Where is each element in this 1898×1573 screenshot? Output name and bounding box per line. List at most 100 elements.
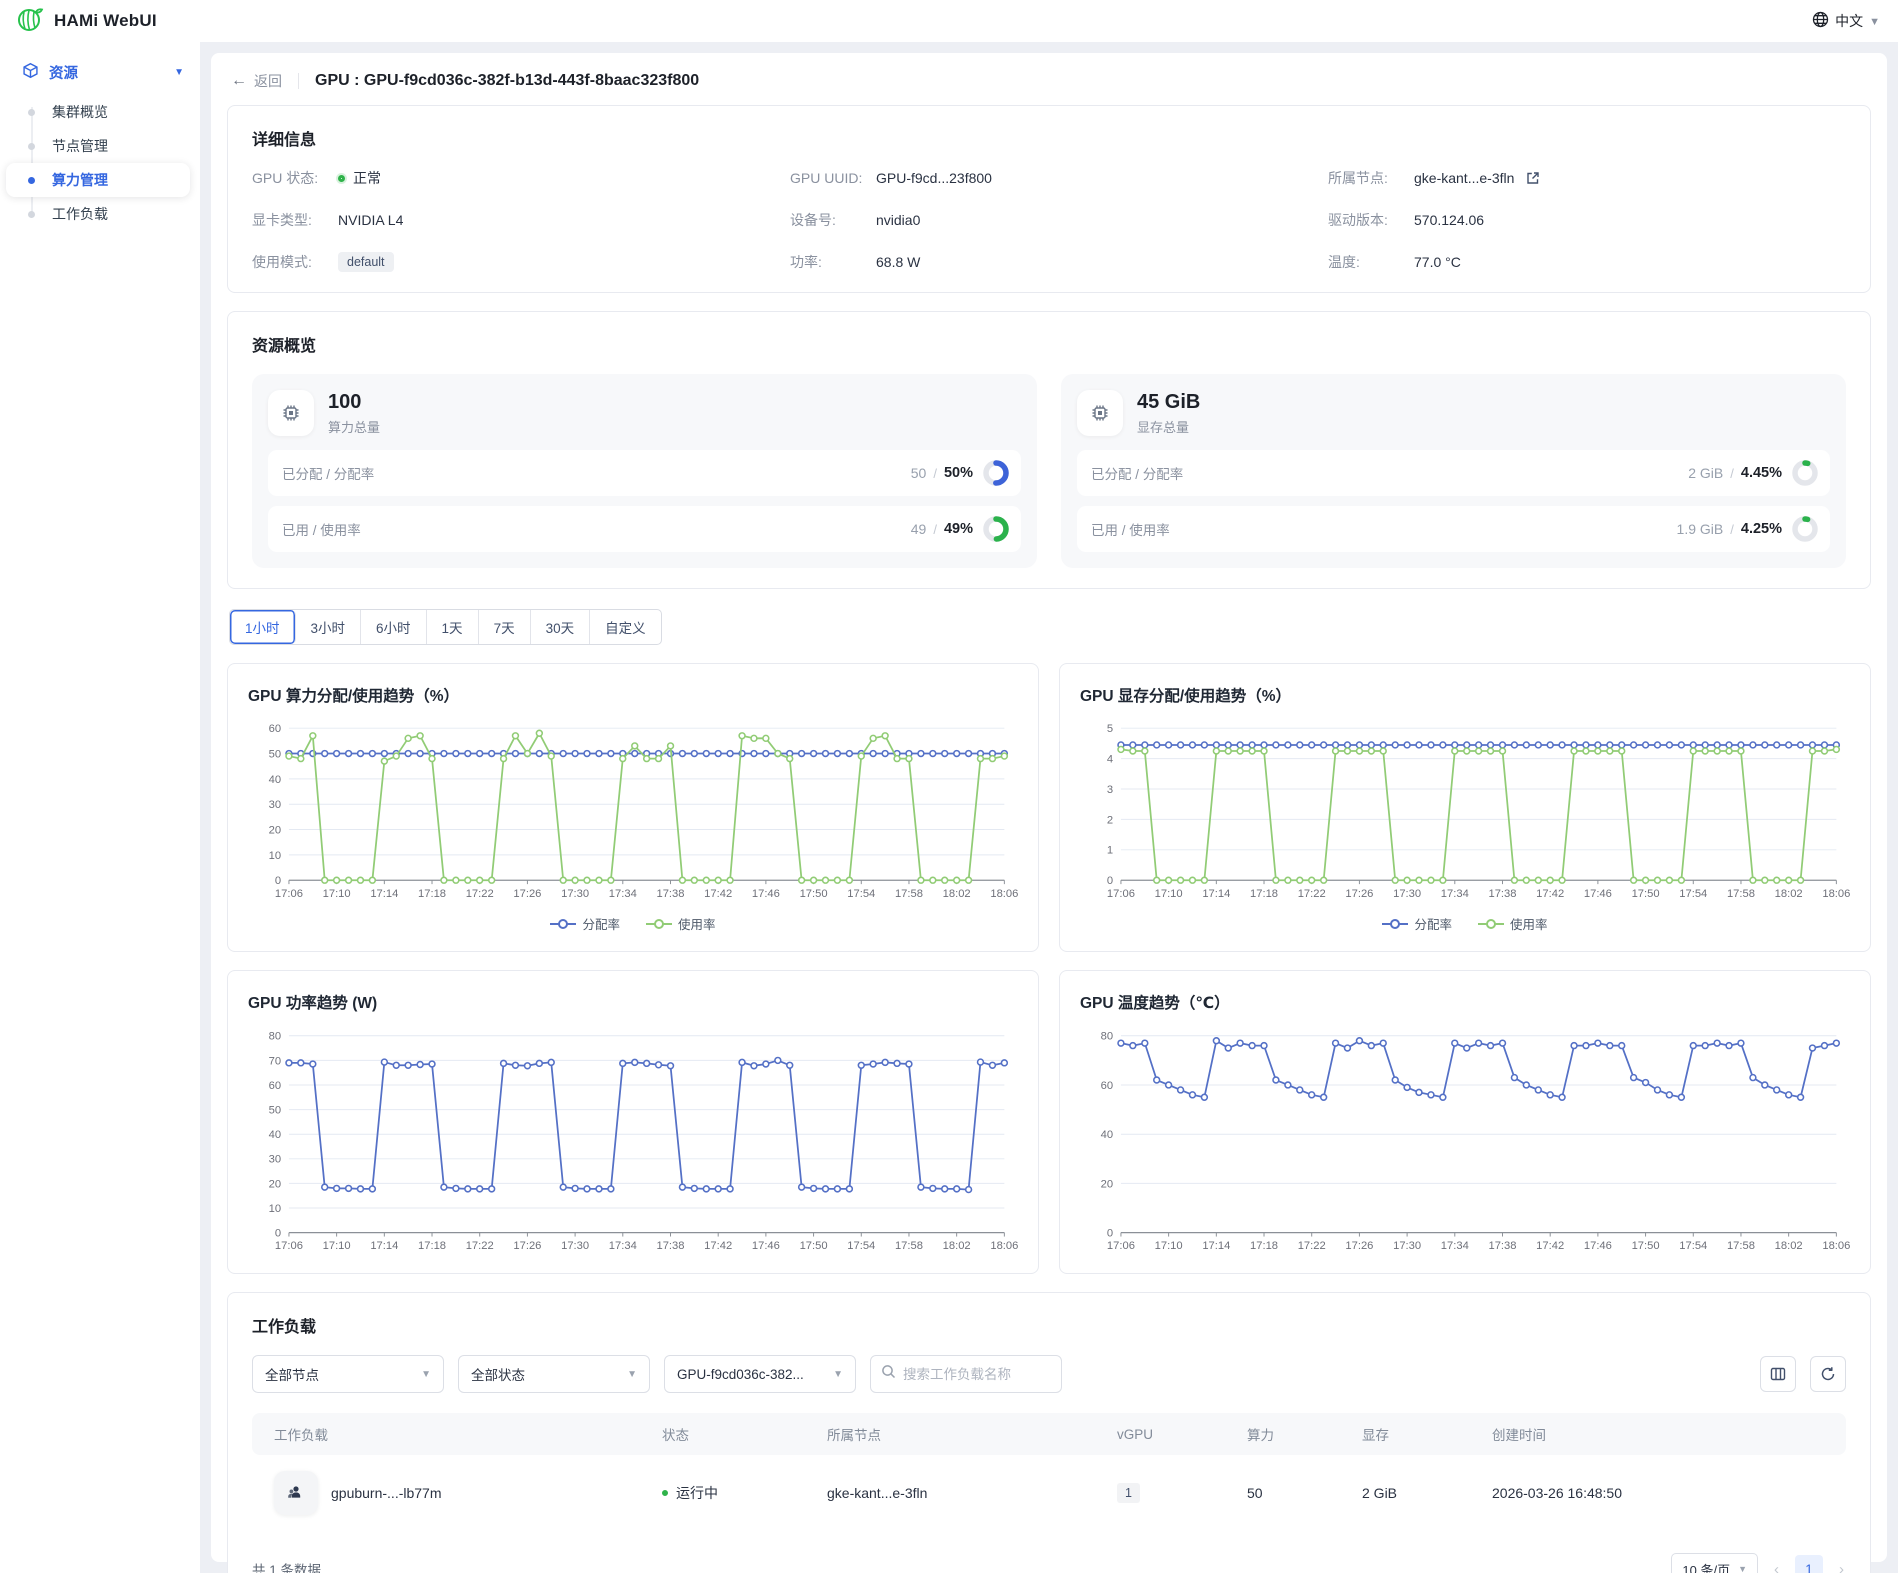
sidebar-item-node-management[interactable]: 节点管理 — [0, 129, 200, 163]
svg-text:5: 5 — [1107, 723, 1113, 735]
legend-label: 分配率 — [582, 914, 620, 933]
progress-donut — [1792, 516, 1818, 542]
svg-text:0: 0 — [275, 1228, 281, 1240]
tab-30d[interactable]: 30天 — [531, 610, 591, 644]
col-header-status: 状态 — [652, 1413, 817, 1455]
field-label: 功率: — [790, 252, 876, 272]
select-value: 全部状态 — [471, 1364, 525, 1384]
workload-avatar-icon — [274, 1471, 318, 1515]
language-label: 中文 — [1835, 11, 1863, 31]
legend-item[interactable]: 分配率 — [550, 914, 620, 933]
field-value: 77.0 °C — [1414, 254, 1461, 270]
svg-text:17:50: 17:50 — [800, 1240, 828, 1252]
temperature-trend-chart-card: GPU 温度趋势（℃） 02040608017:0617:1017:1417:1… — [1059, 970, 1871, 1274]
svg-text:18:06: 18:06 — [1822, 1240, 1850, 1252]
progress-donut — [1792, 460, 1818, 486]
svg-text:17:22: 17:22 — [1298, 1240, 1326, 1252]
tab-7d[interactable]: 7天 — [479, 610, 531, 644]
page-title: GPU : GPU-f9cd036c-382f-b13d-443f-8baac3… — [315, 72, 699, 90]
workload-name[interactable]: gpuburn-...-lb77m — [331, 1485, 442, 1501]
svg-text:3: 3 — [1107, 784, 1113, 796]
language-switcher[interactable]: 中文 ▼ — [1812, 11, 1880, 31]
chip-icon — [1077, 390, 1123, 436]
svg-text:17:50: 17:50 — [800, 888, 828, 900]
field-label: 使用模式: — [252, 252, 338, 272]
page-number[interactable]: 1 — [1795, 1555, 1823, 1573]
field-value: gke-kant...e-3fln — [1414, 170, 1514, 186]
sidebar-group-label: 资源 — [49, 62, 78, 83]
sidebar-item-workloads[interactable]: 工作负载 — [0, 197, 200, 231]
svg-text:50: 50 — [269, 1104, 281, 1116]
row-label: 已分配 / 分配率 — [1091, 463, 1688, 483]
svg-text:17:26: 17:26 — [1345, 1240, 1373, 1252]
svg-text:2: 2 — [1107, 814, 1113, 826]
svg-text:17:14: 17:14 — [1202, 1240, 1230, 1252]
chart-title: GPU 显存分配/使用趋势（%） — [1080, 684, 1850, 706]
chart-title: GPU 功率趋势 (W) — [248, 991, 1018, 1013]
app-title: HAMi WebUI — [54, 11, 157, 31]
tab-1h[interactable]: 1小时 — [230, 610, 296, 644]
svg-text:17:38: 17:38 — [1488, 1240, 1516, 1252]
compute-total-label: 算力总量 — [328, 417, 380, 436]
back-button[interactable]: ← 返回 — [231, 71, 282, 91]
svg-text:17:30: 17:30 — [561, 1240, 589, 1252]
svg-text:60: 60 — [269, 723, 281, 735]
next-page-button[interactable]: › — [1837, 1561, 1846, 1573]
svg-text:17:34: 17:34 — [1441, 1240, 1469, 1252]
page-size-select[interactable]: 10 条/页 ▼ — [1671, 1553, 1758, 1573]
gpu-filter-select[interactable]: GPU-f9cd036c-382... ▼ — [664, 1355, 856, 1393]
status-filter-select[interactable]: 全部状态 ▼ — [458, 1355, 650, 1393]
sidebar-item-compute-management[interactable]: 算力管理 — [6, 163, 190, 197]
svg-text:17:54: 17:54 — [847, 1240, 875, 1252]
table-row[interactable]: gpuburn-...-lb77m 运行中 gke-kant...e-3fln — [252, 1455, 1846, 1531]
svg-text:17:58: 17:58 — [895, 1240, 923, 1252]
prev-page-button[interactable]: ‹ — [1772, 1561, 1781, 1573]
legend-item[interactable]: 分配率 — [1382, 914, 1452, 933]
external-link-icon[interactable] — [1526, 171, 1540, 185]
sidebar-item-cluster-overview[interactable]: 集群概览 — [0, 95, 200, 129]
workload-created: 2026-03-26 16:48:50 — [1482, 1455, 1846, 1531]
node-filter-select[interactable]: 全部节点 ▼ — [252, 1355, 444, 1393]
sidebar-item-label: 算力管理 — [52, 170, 108, 190]
svg-text:40: 40 — [269, 1129, 281, 1141]
svg-text:17:54: 17:54 — [1679, 1240, 1707, 1252]
legend-label: 使用率 — [1510, 914, 1548, 933]
refresh-button[interactable] — [1810, 1356, 1846, 1392]
memory-total-label: 显存总量 — [1137, 417, 1200, 436]
svg-text:10: 10 — [269, 1203, 281, 1215]
field-value: NVIDIA L4 — [338, 212, 403, 228]
progress-donut — [983, 460, 1009, 486]
col-header-compute: 算力 — [1237, 1413, 1352, 1455]
svg-text:17:46: 17:46 — [1584, 1240, 1612, 1252]
tab-1d[interactable]: 1天 — [427, 610, 479, 644]
svg-text:17:30: 17:30 — [1393, 888, 1421, 900]
vgpu-badge: 1 — [1117, 1483, 1140, 1503]
svg-text:30: 30 — [269, 1154, 281, 1166]
chart-svg: 010203040506017:0617:1017:1417:1817:2217… — [248, 716, 1018, 908]
brand: HAMi WebUI — [16, 5, 157, 38]
svg-text:17:50: 17:50 — [1632, 888, 1660, 900]
tab-3h[interactable]: 3小时 — [296, 610, 362, 644]
svg-text:17:18: 17:18 — [1250, 888, 1278, 900]
column-settings-button[interactable] — [1760, 1356, 1796, 1392]
svg-text:17:18: 17:18 — [418, 1240, 446, 1252]
memory-trend-chart-card: GPU 显存分配/使用趋势（%） 01234517:0617:1017:1417… — [1059, 663, 1871, 952]
search-input[interactable] — [903, 1367, 1051, 1382]
field-label: GPU 状态: — [252, 168, 338, 188]
total-count: 共 1 条数据 — [252, 1559, 321, 1573]
svg-text:20: 20 — [269, 824, 281, 836]
workloads-table: 工作负载 状态 所属节点 vGPU 算力 显存 创建时间 — [252, 1413, 1846, 1531]
sidebar-group-resources[interactable]: 资源 ▼ — [0, 52, 200, 95]
detail-card: 详细信息 GPU 状态: 正常 GPU UUID: GPU-f9cd...23f… — [227, 105, 1871, 293]
tab-6h[interactable]: 6小时 — [361, 610, 427, 644]
legend-item[interactable]: 使用率 — [1478, 914, 1548, 933]
svg-text:60: 60 — [269, 1080, 281, 1092]
svg-text:17:38: 17:38 — [656, 888, 684, 900]
svg-text:17:42: 17:42 — [704, 1240, 732, 1252]
svg-text:40: 40 — [269, 774, 281, 786]
svg-text:17:10: 17:10 — [1155, 888, 1183, 900]
chevron-down-icon: ▼ — [1738, 1564, 1747, 1573]
legend-item[interactable]: 使用率 — [646, 914, 716, 933]
tab-custom[interactable]: 自定义 — [590, 610, 661, 644]
svg-text:17:06: 17:06 — [275, 888, 303, 900]
